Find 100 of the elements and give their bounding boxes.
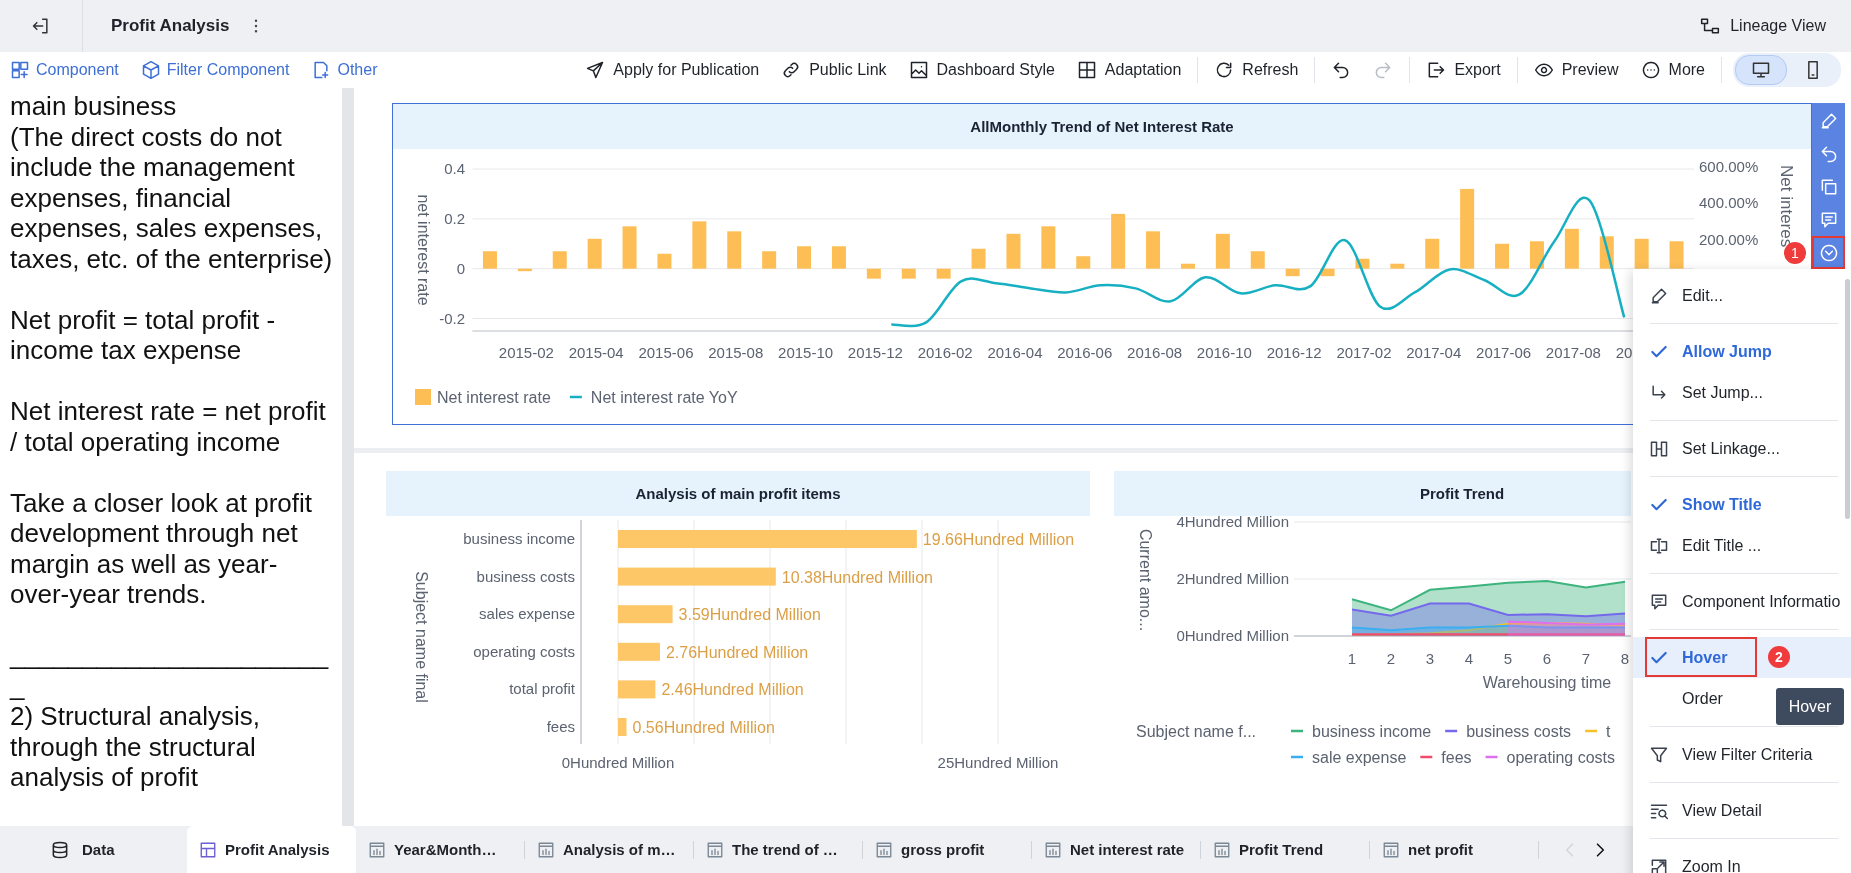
data-label: 2.76Hundred Million	[665, 643, 809, 661]
toolbar-button[interactable]: Export	[1426, 60, 1501, 80]
chart-bar	[1076, 256, 1091, 269]
toolbar-button[interactable]: More	[1640, 60, 1705, 80]
export-icon	[1426, 60, 1447, 80]
chart-bar	[866, 268, 881, 279]
axis-title: Current amo...	[1137, 528, 1154, 632]
axis-label: 2Hundred Million	[1176, 570, 1289, 587]
data-label: 3.59Hundred Million	[678, 606, 821, 624]
sheet-tab[interactable]: Analysis of m…	[525, 826, 694, 873]
category-label: business income	[463, 530, 575, 547]
data-tab[interactable]: Data	[0, 826, 187, 873]
chart-bar	[971, 248, 986, 269]
data-label: 2.46Hundred Million	[661, 681, 804, 699]
text-paragraph: Net profit = total profit - income tax expense	[10, 304, 277, 366]
chart-bar	[618, 605, 673, 624]
scrollbar[interactable]	[342, 88, 354, 826]
chart-title: Analysis of main profit items	[386, 471, 1090, 516]
toolbar-button[interactable]: Dashboard Style	[908, 60, 1055, 80]
chart-bar	[1355, 258, 1370, 269]
chart-bar	[901, 268, 916, 279]
lineage-view-button[interactable]: Lineage View	[1700, 16, 1826, 36]
category-label: sales expense	[479, 605, 575, 623]
legend-title: Subject name f...	[1136, 723, 1257, 740]
axis-label: 1	[1347, 650, 1357, 667]
sheet-tab[interactable]: Profit Trend	[1201, 826, 1370, 873]
chart-bar	[1146, 231, 1161, 269]
chart-bar	[552, 251, 567, 269]
toolbar-button[interactable]: Apply for Publication	[585, 60, 760, 80]
chart-title: Profit Trend	[1114, 471, 1631, 516]
category-label: fees	[546, 718, 575, 735]
axis-label: 7	[1581, 650, 1591, 667]
axis-label: 2017-08	[1545, 344, 1601, 361]
bar-chart-icon	[1382, 840, 1400, 859]
axis-label: 20	[1615, 344, 1633, 361]
menu-item[interactable]: Allow Jump	[1633, 331, 1851, 372]
sheet-tab[interactable]: Year&Month…	[356, 826, 525, 873]
sheet-tab[interactable]: net profit	[1370, 826, 1539, 873]
toolbar-button[interactable]: Refresh	[1214, 60, 1299, 80]
chart-bar	[1669, 241, 1684, 269]
text-paragraph: Take a closer look at profit development through net margin as well as year-over-year trends.	[10, 487, 314, 610]
menu-item[interactable]: Hover 2	[1633, 637, 1851, 678]
chart-card[interactable]	[392, 103, 1812, 425]
legend-line	[1291, 729, 1303, 733]
sheet-tab[interactable]: The trend of …	[694, 826, 863, 873]
menu-item[interactable]: Set Jump...	[1633, 372, 1851, 413]
legend-line	[1485, 755, 1498, 759]
chart-bar	[1495, 243, 1510, 269]
scrollbar[interactable]	[1845, 279, 1850, 519]
exit-icon	[31, 16, 51, 36]
chart-bar	[618, 642, 660, 661]
axis-label: 2016-12	[1266, 344, 1322, 361]
menu-item[interactable]: View Detail	[1633, 790, 1851, 831]
chart-bar	[1215, 233, 1230, 269]
chevron-down-button[interactable]	[1812, 236, 1845, 269]
bar-chart-icon	[706, 840, 724, 859]
grid-icon	[1076, 60, 1097, 80]
chart-bar	[692, 221, 707, 269]
device-option[interactable]	[1735, 55, 1787, 85]
text-paragraph: Net interest rate = net profit / total operating income	[10, 396, 327, 457]
menu-item[interactable]: Component Informatio	[1633, 581, 1851, 622]
toolbar-button[interactable]: Filter Component	[140, 60, 290, 80]
axis-label: 2015-10	[778, 344, 834, 361]
sheet-tab[interactable]: gross profit	[863, 826, 1032, 873]
chart-bar	[618, 680, 656, 699]
chart-bar	[797, 246, 812, 269]
chart-bar	[517, 268, 532, 272]
legend-label: business costs	[1466, 723, 1572, 740]
menu-item[interactable]: Zoom In	[1633, 846, 1851, 873]
menu-item[interactable]: Edit...	[1633, 275, 1851, 316]
axis-label: 4Hundred Million	[1176, 516, 1289, 530]
axis-title: Warehousing time	[1482, 674, 1612, 691]
toolbar-button[interactable]: Other	[311, 60, 378, 80]
menu-item[interactable]: Set Linkage...	[1633, 428, 1851, 469]
axis-title: Subject name final	[413, 571, 430, 703]
axis-label: 400.00%	[1699, 194, 1759, 212]
menu-item[interactable]: Show Title	[1633, 484, 1851, 525]
legend-label: t	[1606, 723, 1611, 740]
tooltip: Hover	[1776, 688, 1844, 725]
menu-item[interactable]: Edit Title ...	[1633, 525, 1851, 566]
axis-label: 600.00%	[1699, 158, 1759, 175]
legend-line	[569, 395, 582, 399]
legend-label: sale expense	[1312, 749, 1407, 766]
axis-label: 0Hundred Million	[561, 754, 675, 771]
chart-bar	[936, 268, 951, 279]
sheet-tab[interactable]: Net interest rate	[1032, 826, 1201, 873]
sheet-tab[interactable]: Profit Analysis	[187, 826, 356, 873]
toolbar-button[interactable]: Adaptation	[1076, 60, 1182, 80]
chart-bar	[1180, 263, 1195, 269]
toolbar-button[interactable]: Component	[10, 60, 119, 80]
axis-label: 2016-06	[1057, 344, 1113, 361]
toolbar-button[interactable]: Preview	[1533, 60, 1619, 80]
menu-item[interactable]: View Filter Criteria	[1633, 734, 1851, 775]
chart-bar	[727, 231, 742, 269]
bar-chart-icon	[875, 840, 893, 859]
chart-bar	[1006, 233, 1021, 269]
axis-title: Net interes	[1777, 165, 1796, 248]
toolbar-button[interactable]: Public Link	[781, 60, 887, 80]
category-label: business costs	[476, 567, 575, 585]
database-icon	[50, 839, 70, 860]
